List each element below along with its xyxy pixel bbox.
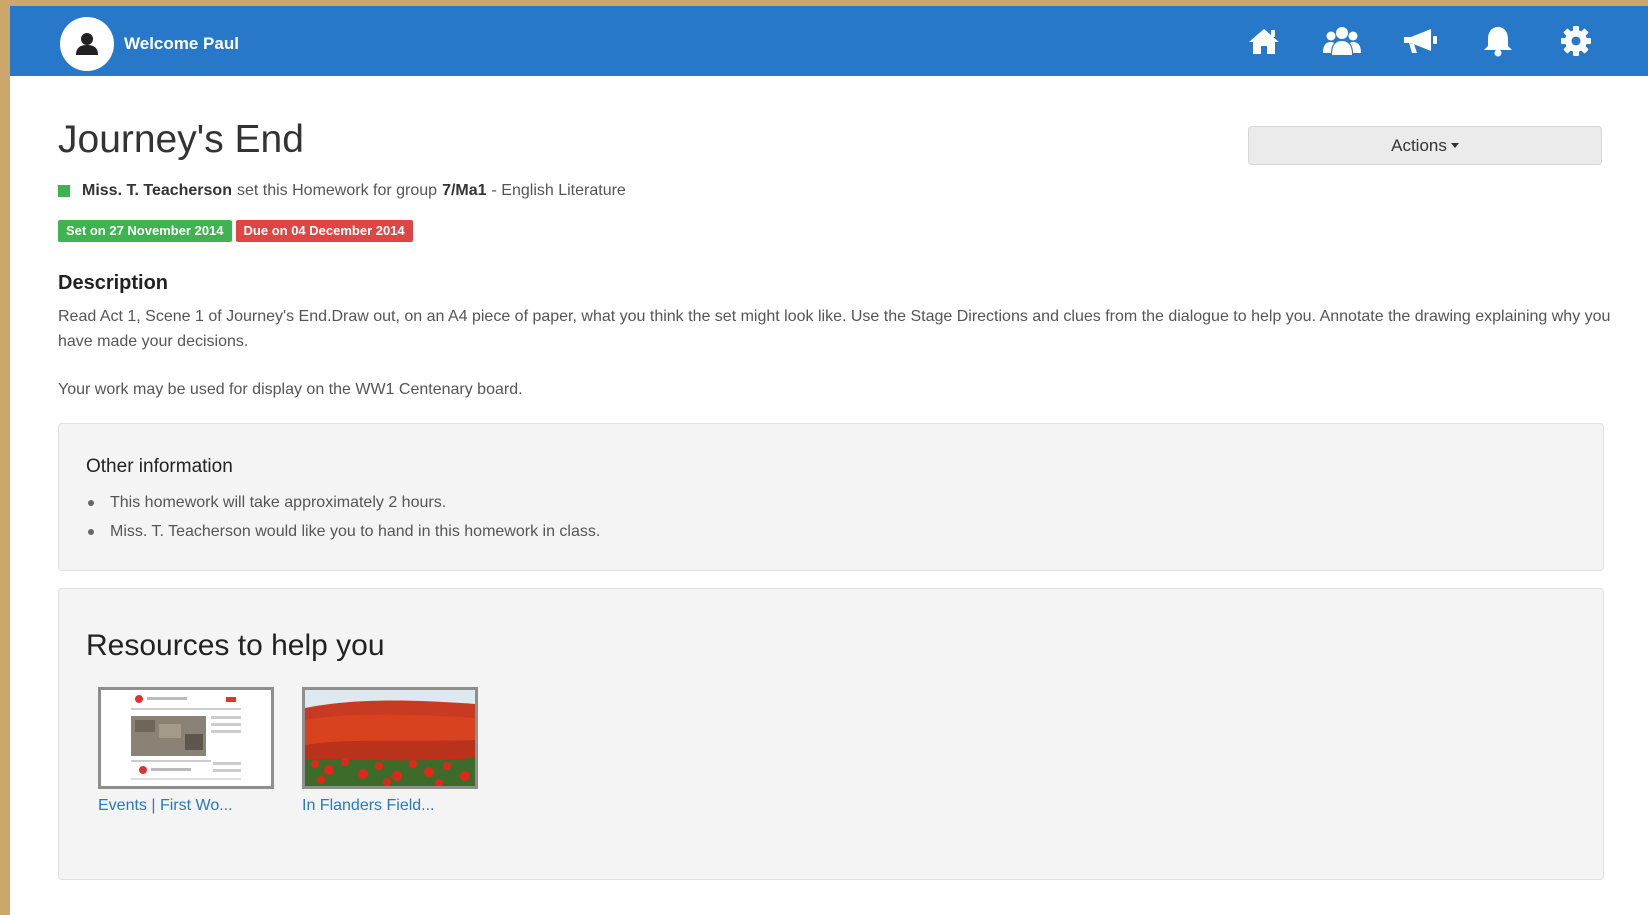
actions-label: Actions bbox=[1391, 135, 1447, 155]
description-text: Read Act 1, Scene 1 of Journey's End.Dra… bbox=[58, 308, 1611, 350]
status-square-icon bbox=[58, 185, 70, 197]
resource-card[interactable]: Events | First Wo... bbox=[98, 687, 278, 815]
list-item: Miss. T. Teacherson would like you to ha… bbox=[86, 517, 600, 546]
user-menu[interactable]: Welcome Paul bbox=[60, 17, 239, 71]
other-info-heading: Other information bbox=[86, 456, 233, 477]
list-item: This homework will take approximately 2 … bbox=[86, 488, 600, 517]
description-heading: Description bbox=[58, 272, 169, 294]
bell-icon[interactable] bbox=[1476, 19, 1520, 63]
home-icon[interactable] bbox=[1242, 19, 1286, 63]
teacher-name: Miss. T. Teacherson bbox=[82, 182, 232, 199]
poppy-field-thumbnail[interactable] bbox=[302, 687, 478, 789]
date-badges: Set on 27 November 2014 Due on 04 Decemb… bbox=[58, 220, 417, 242]
resource-card[interactable]: In Flanders Field... bbox=[302, 687, 482, 815]
set-text: set this Homework for group bbox=[236, 182, 438, 199]
welcome-text: Welcome Paul bbox=[124, 34, 239, 53]
resource-link[interactable]: In Flanders Field... bbox=[302, 797, 482, 815]
top-navbar: Welcome Paul bbox=[10, 6, 1648, 76]
nav-icons bbox=[1208, 6, 1598, 76]
description-note: Your work may be used for display on the… bbox=[58, 381, 523, 398]
subject-text: - English Literature bbox=[491, 182, 626, 199]
page-title: Journey's End bbox=[58, 118, 304, 161]
avatar[interactable] bbox=[60, 17, 114, 71]
app-window: Welcome Paul Journey's End Actions Miss.… bbox=[10, 6, 1648, 915]
resources-panel: Resources to help you Events | First Wo.… bbox=[58, 588, 1604, 880]
group-icon[interactable] bbox=[1320, 19, 1364, 63]
caret-down-icon bbox=[1450, 143, 1459, 148]
resource-link[interactable]: Events | First Wo... bbox=[98, 797, 278, 815]
other-info-panel: Other information This homework will tak… bbox=[58, 423, 1604, 571]
actions-dropdown-button[interactable]: Actions bbox=[1248, 126, 1602, 165]
resources-heading: Resources to help you bbox=[86, 629, 385, 662]
due-date-badge: Due on 04 December 2014 bbox=[235, 220, 413, 242]
gear-icon[interactable] bbox=[1554, 19, 1598, 63]
webpage-thumbnail[interactable] bbox=[98, 687, 274, 789]
megaphone-icon[interactable] bbox=[1398, 19, 1442, 63]
set-date-badge: Set on 27 November 2014 bbox=[58, 220, 232, 242]
group-name: 7/Ma1 bbox=[442, 182, 487, 199]
user-icon bbox=[76, 33, 98, 55]
homework-meta: Miss. T. Teacherson set this Homework fo… bbox=[58, 182, 631, 200]
other-info-list: This homework will take approximately 2 … bbox=[86, 488, 600, 546]
